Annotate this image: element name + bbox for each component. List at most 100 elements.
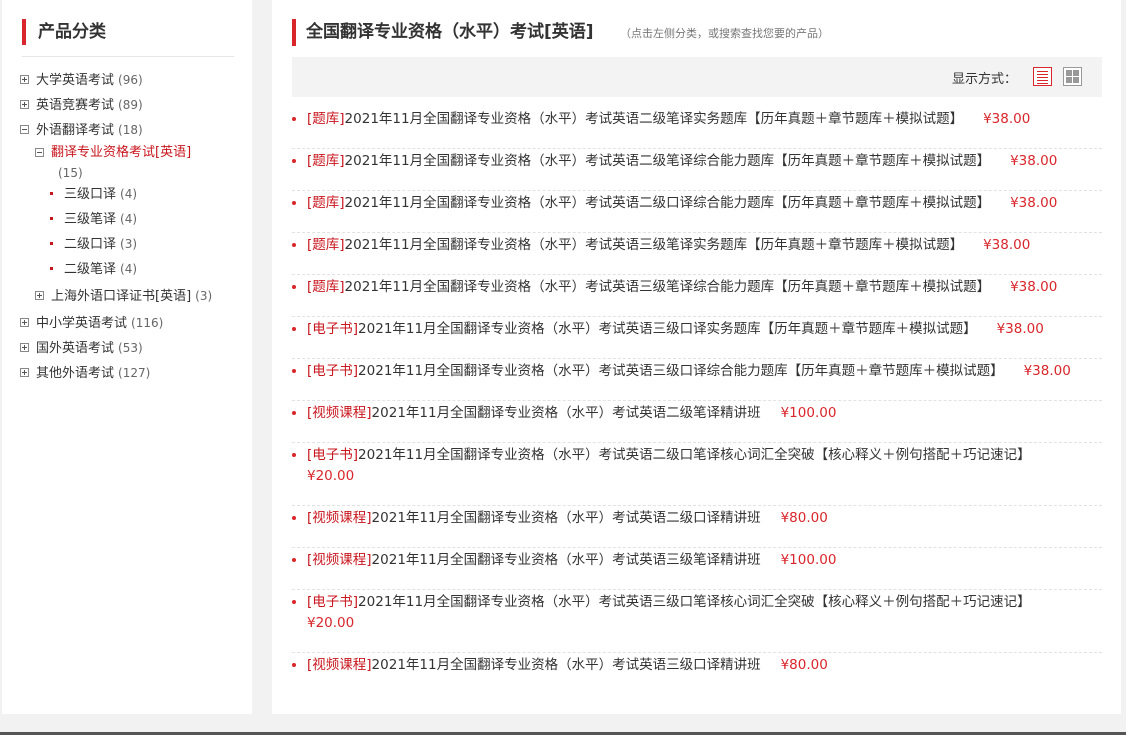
product-item[interactable]: [视频课程]2021年11月全国翻译专业资格（水平）考试英语三级笔译精讲班 ¥10… — [292, 548, 1102, 590]
product-item[interactable]: [题库]2021年11月全国翻译专业资格（水平）考试英语三级笔译实务题库【历年真… — [292, 233, 1102, 275]
product-price: ¥38.00 — [1010, 153, 1058, 169]
product-link[interactable]: 2021年11月全国翻译专业资格（水平）考试英语二级笔译综合能力题库【历年真题＋… — [345, 153, 991, 169]
product-link[interactable]: 2021年11月全国翻译专业资格（水平）考试英语二级口译精讲班 — [372, 510, 761, 526]
bullet-icon — [292, 600, 296, 604]
grid-view-icon[interactable] — [1063, 67, 1082, 86]
panel-header-accent-bar — [292, 19, 296, 46]
tree-node-label[interactable]: 外语翻译考试 — [36, 123, 114, 138]
tree-node-count: (53) — [118, 341, 143, 355]
product-tag[interactable]: [题库] — [307, 195, 345, 211]
product-link[interactable]: 2021年11月全国翻译专业资格（水平）考试英语三级口译综合能力题库【历年真题＋… — [358, 363, 1004, 379]
expand-icon[interactable] — [20, 368, 29, 377]
bullet-icon — [292, 327, 296, 331]
tree-node-label[interactable]: 英语竞赛考试 — [36, 98, 114, 113]
bullet-icon — [292, 411, 296, 415]
product-tag[interactable]: [视频课程] — [307, 657, 372, 673]
expand-icon[interactable] — [20, 75, 29, 84]
product-link[interactable]: 2021年11月全国翻译专业资格（水平）考试英语三级口译实务题库【历年真题＋章节… — [358, 321, 977, 337]
product-item[interactable]: [视频课程]2021年11月全国翻译专业资格（水平）考试英语三级口译精讲班 ¥80… — [292, 653, 1102, 695]
bullet-icon — [50, 242, 53, 245]
product-price: ¥38.00 — [1010, 195, 1058, 211]
product-item[interactable]: [视频课程]2021年11月全国翻译专业资格（水平）考试英语二级口译精讲班 ¥80… — [292, 506, 1102, 548]
product-item[interactable]: [电子书]2021年11月全国翻译专业资格（水平）考试英语三级口笔译核心词汇全突… — [292, 590, 1102, 653]
expand-icon[interactable] — [20, 318, 29, 327]
product-tag[interactable]: [题库] — [307, 237, 345, 253]
product-item[interactable]: [视频课程]2021年11月全国翻译专业资格（水平）考试英语二级笔译精讲班 ¥10… — [292, 401, 1102, 443]
product-price: ¥20.00 — [307, 615, 355, 631]
product-item[interactable]: [电子书]2021年11月全国翻译专业资格（水平）考试英语二级口笔译核心词汇全突… — [292, 443, 1102, 506]
tree-node-count: (15) — [58, 166, 83, 180]
product-item[interactable]: [电子书]2021年11月全国翻译专业资格（水平）考试英语三级口译综合能力题库【… — [292, 359, 1102, 401]
display-mode-label: 显示方式： — [952, 72, 1018, 87]
tree-node-count: (127) — [118, 366, 151, 380]
expand-icon[interactable] — [20, 100, 29, 109]
tree-node-label[interactable]: 三级口译 — [64, 187, 116, 202]
product-link[interactable]: 2021年11月全国翻译专业资格（水平）考试英语三级口译精讲班 — [372, 657, 761, 673]
product-item[interactable]: [题库]2021年11月全国翻译专业资格（水平）考试英语二级口译综合能力题库【历… — [292, 191, 1102, 233]
product-tag[interactable]: [题库] — [307, 111, 345, 127]
tree-node-count: (116) — [131, 316, 164, 330]
product-panel: 全国翻译专业资格（水平）考试[英语] （点击左侧分类，或搜索查找您要的产品） 显… — [272, 0, 1121, 714]
collapse-icon[interactable] — [35, 148, 44, 157]
tree-node-count: (4) — [120, 212, 138, 226]
product-link[interactable]: 2021年11月全国翻译专业资格（水平）考试英语三级笔译实务题库【历年真题＋章节… — [345, 237, 964, 253]
product-link[interactable]: 2021年11月全国翻译专业资格（水平）考试英语三级笔译综合能力题库【历年真题＋… — [345, 279, 991, 295]
product-link[interactable]: 2021年11月全国翻译专业资格（水平）考试英语二级笔译精讲班 — [372, 405, 761, 421]
product-link[interactable]: 2021年11月全国翻译专业资格（水平）考试英语三级笔译精讲班 — [372, 552, 761, 568]
bullet-icon — [292, 516, 296, 520]
tree-node-label[interactable]: 中小学英语考试 — [36, 316, 127, 331]
expand-icon[interactable] — [20, 343, 29, 352]
product-link[interactable]: 2021年11月全国翻译专业资格（水平）考试英语二级口笔译核心词汇全突破【核心释… — [358, 447, 1031, 463]
bullet-icon — [292, 453, 296, 457]
bullet-icon — [292, 558, 296, 562]
tree-node-count: (89) — [118, 98, 143, 112]
bullet-icon — [292, 243, 296, 247]
product-tag[interactable]: [电子书] — [307, 321, 358, 337]
bullet-icon — [50, 217, 53, 220]
bullet-icon — [50, 267, 53, 270]
tree-node-label[interactable]: 其他外语考试 — [36, 366, 114, 381]
tree-node-label[interactable]: 国外英语考试 — [36, 341, 114, 356]
collapse-icon[interactable] — [20, 125, 29, 134]
product-price: ¥100.00 — [780, 405, 837, 421]
page-hint: （点击左侧分类，或搜索查找您要的产品） — [620, 27, 829, 40]
tree-node-label[interactable]: 上海外语口译证书[英语] — [51, 289, 191, 304]
product-item[interactable]: [题库]2021年11月全国翻译专业资格（水平）考试英语二级笔译综合能力题库【历… — [292, 149, 1102, 191]
product-tag[interactable]: [电子书] — [307, 447, 358, 463]
product-tag[interactable]: [题库] — [307, 279, 345, 295]
product-tag[interactable]: [视频课程] — [307, 510, 372, 526]
tree-node-label[interactable]: 翻译专业资格考试[英语] — [51, 142, 191, 164]
product-tag[interactable]: [题库] — [307, 153, 345, 169]
tree-node-count: (4) — [120, 262, 138, 276]
product-price: ¥80.00 — [780, 657, 828, 673]
bullet-icon — [292, 285, 296, 289]
bullet-icon — [292, 663, 296, 667]
tree-node-label[interactable]: 二级口译 — [64, 237, 116, 252]
category-sidebar: 产品分类 大学英语考试 (96) 英语竞赛考试 (89) 外语翻译考试 (18) 翻译… — [2, 0, 252, 714]
product-tag[interactable]: [电子书] — [307, 594, 358, 610]
tree-node-count: (18) — [118, 123, 143, 137]
tree-node-count: (4) — [120, 187, 138, 201]
product-link[interactable]: 2021年11月全国翻译专业资格（水平）考试英语二级笔译实务题库【历年真题＋章节… — [345, 111, 964, 127]
product-item[interactable]: [题库]2021年11月全国翻译专业资格（水平）考试英语三级笔译综合能力题库【历… — [292, 275, 1102, 317]
bullet-icon — [50, 192, 53, 195]
product-link[interactable]: 2021年11月全国翻译专业资格（水平）考试英语三级口笔译核心词汇全突破【核心释… — [358, 594, 1031, 610]
product-tag[interactable]: [电子书] — [307, 363, 358, 379]
list-view-icon[interactable] — [1033, 67, 1052, 86]
product-tag[interactable]: [视频课程] — [307, 552, 372, 568]
product-item[interactable]: [题库]2021年11月全国翻译专业资格（水平）考试英语二级笔译实务题库【历年真… — [292, 107, 1102, 149]
bullet-icon — [292, 201, 296, 205]
product-price: ¥38.00 — [1010, 279, 1058, 295]
product-price: ¥80.00 — [780, 510, 828, 526]
product-link[interactable]: 2021年11月全国翻译专业资格（水平）考试英语二级口译综合能力题库【历年真题＋… — [345, 195, 991, 211]
tree-node-count: (3) — [195, 289, 213, 303]
tree-node-label[interactable]: 大学英语考试 — [36, 73, 114, 88]
product-price: ¥100.00 — [780, 552, 837, 568]
product-item[interactable]: [电子书]2021年11月全国翻译专业资格（水平）考试英语三级口译实务题库【历年… — [292, 317, 1102, 359]
tree-node-label[interactable]: 三级笔译 — [64, 212, 116, 227]
product-tag[interactable]: [视频课程] — [307, 405, 372, 421]
tree-node-label[interactable]: 二级笔译 — [64, 262, 116, 277]
product-price: ¥38.00 — [996, 321, 1044, 337]
sidebar-title: 产品分类 — [38, 22, 106, 42]
expand-icon[interactable] — [35, 291, 44, 300]
